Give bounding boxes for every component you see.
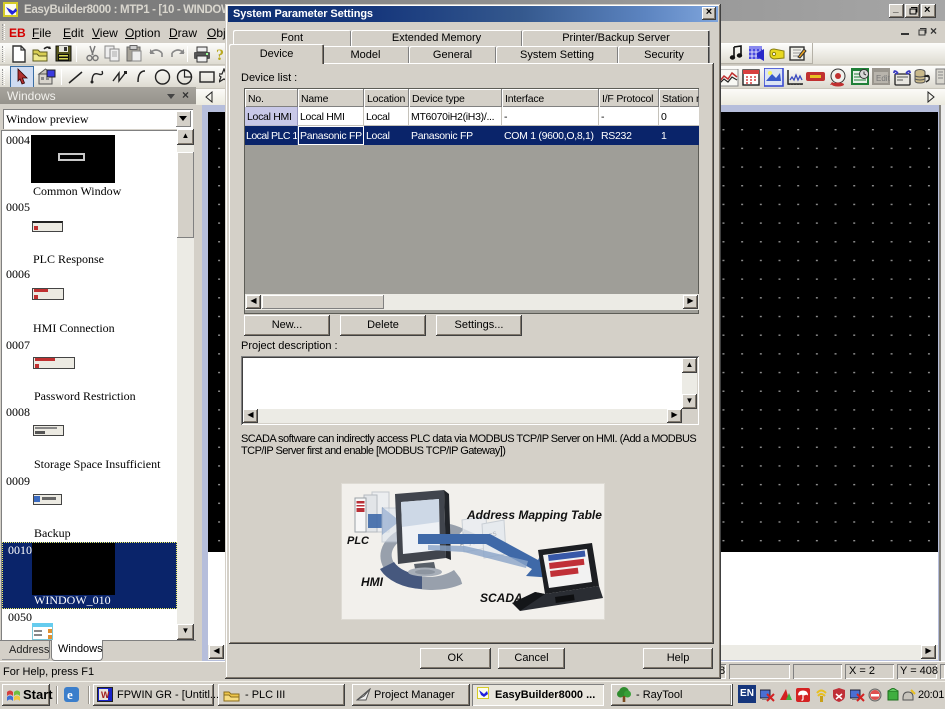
svg-text:?: ? bbox=[216, 47, 224, 63]
svg-text:Edit: Edit bbox=[876, 74, 891, 83]
svg-text:Address Mapping Table: Address Mapping Table bbox=[466, 508, 602, 522]
svg-text:HMI: HMI bbox=[361, 575, 384, 589]
svg-text:e: e bbox=[67, 687, 73, 702]
svg-text:PLC: PLC bbox=[347, 535, 370, 547]
